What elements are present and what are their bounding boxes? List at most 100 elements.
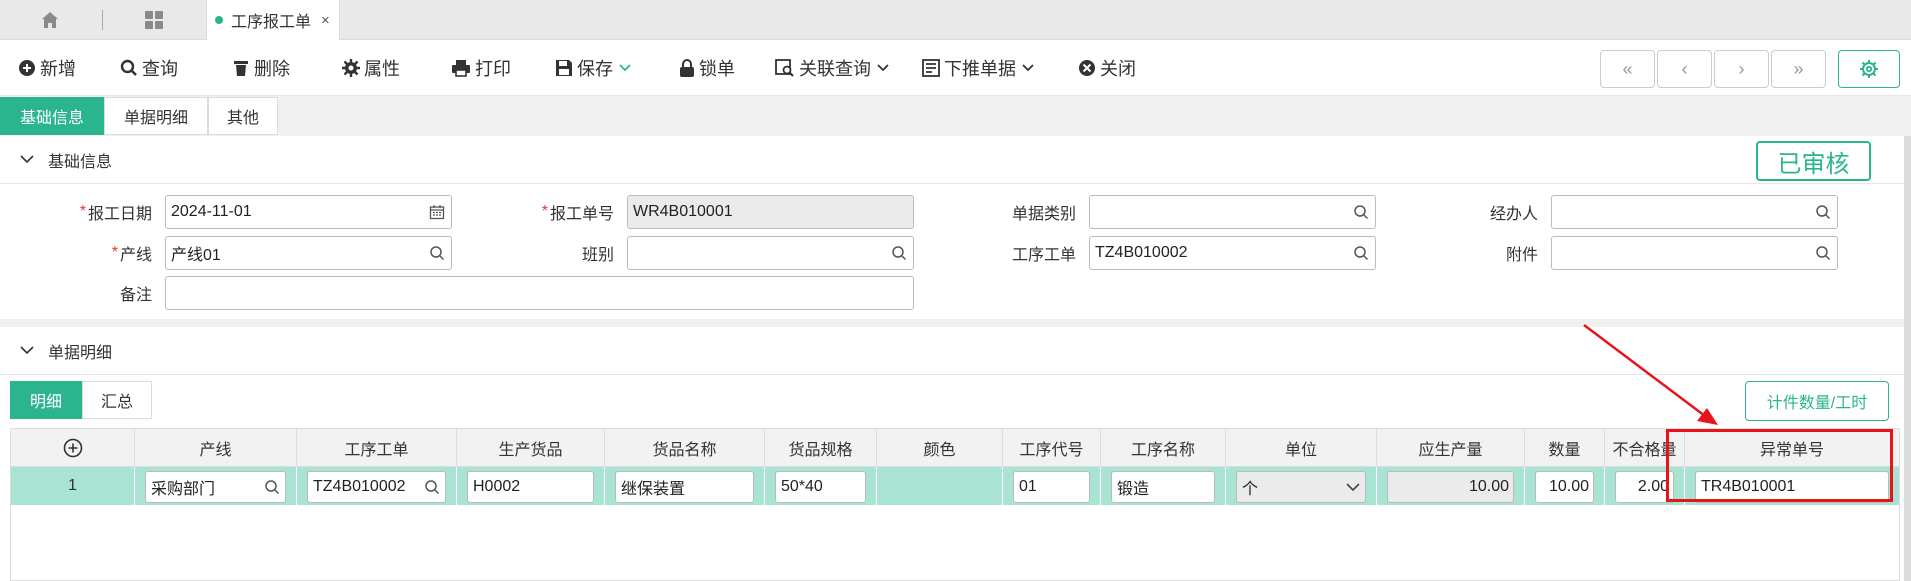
print-button[interactable]: 打印 (451, 54, 511, 82)
vertical-scrollbar[interactable] (1904, 136, 1911, 581)
search-icon[interactable] (424, 479, 440, 495)
push-down-button[interactable]: 下推单据 (922, 54, 1038, 82)
add-button[interactable]: 新增 (18, 54, 76, 82)
delete-button[interactable]: 删除 (232, 54, 290, 82)
active-dot-icon (215, 16, 223, 24)
search-icon[interactable] (1815, 204, 1831, 220)
line-cell[interactable]: 采购部门 (135, 467, 297, 505)
unit-select[interactable]: 个 (1226, 467, 1377, 505)
related-query-button[interactable]: 关联查询 (775, 54, 893, 82)
color-cell (877, 467, 1003, 505)
grid-header: 产线 工序工单 生产货品 货品名称 货品规格 颜色 工序代号 工序名称 单位 应… (11, 429, 1899, 467)
print-label: 打印 (475, 59, 511, 79)
piece-quantity-hours-button[interactable]: 计件数量/工时 (1745, 381, 1889, 421)
add-label: 新增 (40, 59, 76, 79)
product-name-cell[interactable]: 继保装置 (605, 467, 765, 505)
tab-bar: 工序报工单 × (0, 0, 1911, 40)
chevron-down-icon (20, 346, 34, 355)
previous-record-button[interactable]: ‹ (1657, 50, 1712, 88)
column-header[interactable]: 单位 (1226, 429, 1377, 467)
home-icon[interactable] (2, 4, 98, 36)
planned-qty-cell: 10.00 (1377, 467, 1525, 505)
row-index: 1 (11, 467, 135, 505)
query-button[interactable]: 查询 (120, 54, 178, 82)
delete-label: 删除 (254, 59, 290, 79)
save-label: 保存 (577, 59, 613, 79)
column-header[interactable]: 货品规格 (765, 429, 877, 467)
line-label: * 产线 (111, 244, 152, 264)
attachment-label: 附件 (1505, 247, 1538, 264)
chevron-down-icon (877, 64, 889, 72)
plus-circle-icon (19, 60, 35, 76)
apps-grid-icon[interactable] (106, 4, 202, 36)
trash-icon (234, 61, 248, 76)
work-order-cell[interactable]: TZ4B010002 (297, 467, 457, 505)
calendar-icon[interactable] (429, 204, 445, 220)
column-header[interactable]: 数量 (1525, 429, 1605, 467)
close-button[interactable]: 关闭 (1078, 54, 1136, 82)
add-row-cell[interactable] (11, 429, 135, 467)
process-name-cell[interactable]: 锻造 (1101, 467, 1226, 505)
column-header[interactable]: 工序工单 (297, 429, 457, 467)
column-header[interactable]: 产线 (135, 429, 297, 467)
report-date-label: * 报工日期 (79, 203, 152, 223)
close-label: 关闭 (1100, 59, 1136, 79)
tab-detail[interactable]: 明细 (10, 381, 82, 419)
next-record-button[interactable]: › (1714, 50, 1769, 88)
line-field[interactable]: 产线01 (165, 236, 452, 270)
section-title: 单据明细 (48, 344, 113, 362)
column-header[interactable]: 应生产量 (1377, 429, 1525, 467)
qty-cell[interactable]: 10.00 (1525, 467, 1605, 505)
search-icon[interactable] (1815, 245, 1831, 261)
basic-info-header[interactable]: 基础信息 (0, 136, 1911, 184)
chevron-down-icon (619, 64, 631, 72)
report-no-field: WR4B010001 (627, 195, 914, 229)
column-header[interactable]: 生产货品 (457, 429, 605, 467)
remark-field[interactable] (165, 276, 914, 310)
linked-search-icon (775, 59, 794, 77)
tab-document-detail[interactable]: 单据明细 (104, 97, 208, 135)
tab-other[interactable]: 其他 (208, 97, 278, 135)
search-icon[interactable] (891, 245, 907, 261)
close-tab-icon[interactable]: × (321, 12, 330, 29)
column-header[interactable]: 货品名称 (605, 429, 765, 467)
spec-cell[interactable]: 50*40 (765, 467, 877, 505)
search-icon[interactable] (1353, 204, 1369, 220)
attachment-field[interactable] (1551, 236, 1838, 270)
query-label: 查询 (142, 59, 178, 79)
chevron-down-icon (1346, 483, 1360, 492)
tab-label: 工序报工单 (231, 14, 312, 31)
table-row[interactable]: 1 采购部门 TZ4B010002 H0002 继保装置 50*40 01 锻造… (11, 467, 1899, 505)
last-record-button[interactable]: » (1771, 50, 1826, 88)
tab-process-report[interactable]: 工序报工单 × (206, 0, 340, 40)
lock-button[interactable]: 锁单 (679, 54, 735, 82)
status-badge: 已审核 (1756, 141, 1871, 181)
section-title: 基础信息 (48, 153, 113, 171)
save-button[interactable]: 保存 (555, 54, 635, 82)
chevron-down-icon (1022, 64, 1034, 72)
subtab-bar (0, 96, 1911, 136)
doc-type-field[interactable] (1089, 195, 1376, 229)
chevron-right-icon: › (1738, 58, 1745, 79)
search-icon[interactable] (264, 479, 280, 495)
tab-basic-info[interactable]: 基础信息 (0, 97, 104, 135)
highlight-box (1666, 429, 1893, 502)
search-icon[interactable] (1353, 245, 1369, 261)
work-order-field[interactable]: TZ4B010002 (1089, 236, 1376, 270)
product-cell[interactable]: H0002 (457, 467, 605, 505)
column-header[interactable]: 工序名称 (1101, 429, 1226, 467)
tab-summary[interactable]: 汇总 (82, 381, 152, 419)
handler-field[interactable] (1551, 195, 1838, 229)
detail-header[interactable]: 单据明细 (0, 327, 1911, 375)
report-date-field[interactable]: 2024-11-01 (165, 195, 452, 229)
process-code-cell[interactable]: 01 (1003, 467, 1101, 505)
plus-circle-icon[interactable] (63, 438, 83, 458)
search-icon[interactable] (429, 245, 445, 261)
first-record-button[interactable]: « (1600, 50, 1655, 88)
chevron-down-icon (20, 155, 34, 164)
properties-button[interactable]: 属性 (342, 54, 400, 82)
shift-field[interactable] (627, 236, 914, 270)
column-header[interactable]: 工序代号 (1003, 429, 1101, 467)
column-header[interactable]: 颜色 (877, 429, 1003, 467)
settings-button[interactable] (1838, 50, 1900, 88)
